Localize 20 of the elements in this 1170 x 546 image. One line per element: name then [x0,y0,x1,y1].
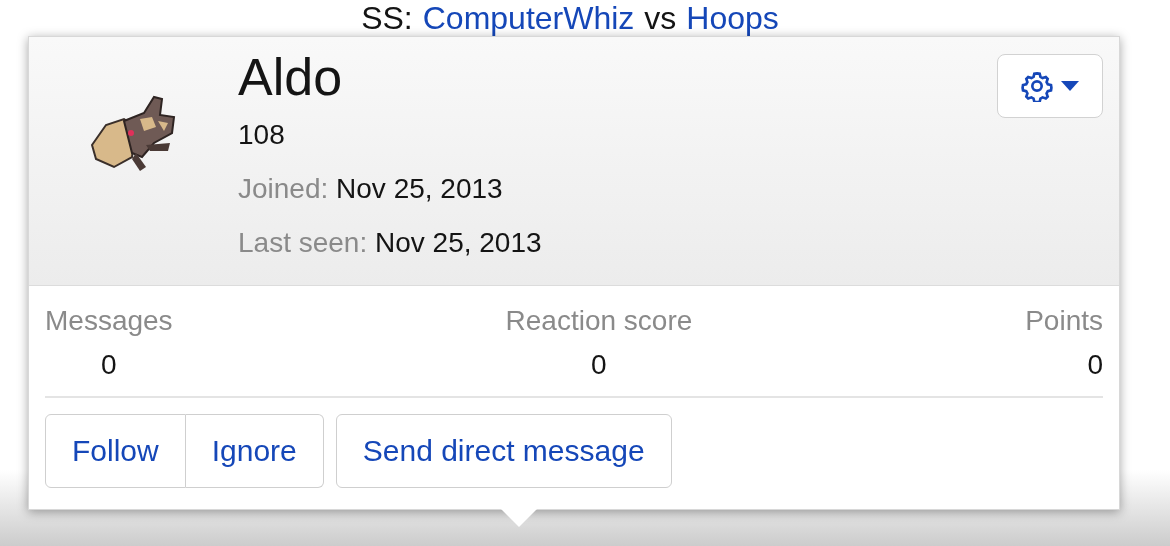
stat-label: Messages [45,304,173,338]
versus-text: vs [644,0,677,36]
stat-label: Reaction score [505,304,693,338]
stat-label: Points [1025,304,1103,338]
user-subtitle: 108 [238,118,286,152]
settings-icon [1021,70,1053,102]
player-link[interactable]: Hoops [686,0,779,36]
profile-fact: Last seen: Nov 25, 2013 [238,226,542,260]
action-button[interactable]: Ignore [185,414,324,488]
player-link[interactable]: ComputerWhiz [422,0,635,36]
action-button[interactable]: Send direct message [335,414,672,488]
action-button[interactable]: Follow [45,414,186,488]
stat-value: 0 [101,348,117,382]
caret-icon [1061,81,1079,91]
stat-value: 0 [1087,348,1103,382]
profile-fact: Joined: Nov 25, 2013 [238,172,504,206]
user-name: Aldo [238,47,344,108]
settings-menu-button[interactable] [997,54,1103,118]
heading-prefix: SS: [361,0,413,36]
stat-value: 0 [591,348,607,382]
